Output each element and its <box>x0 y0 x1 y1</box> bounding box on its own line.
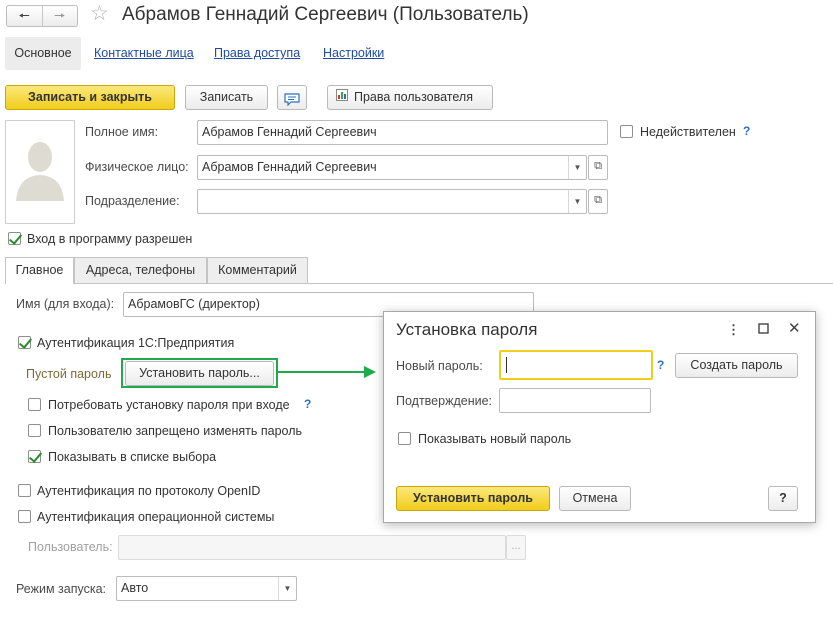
launch-mode-select[interactable]: Авто ▼ <box>116 576 297 601</box>
chevron-down-icon[interactable]: ▼ <box>568 156 586 179</box>
dialog-title: Установка пароля <box>396 320 538 339</box>
new-password-label: Новый пароль: <box>396 359 483 373</box>
os-auth-checkbox[interactable] <box>18 510 31 523</box>
individual-field[interactable]: Абрамов Геннадий Сергеевич ▼ <box>197 155 587 180</box>
arrow-right-icon <box>278 366 376 378</box>
back-button[interactable]: 🠔 <box>7 6 42 26</box>
tab-divider <box>5 283 833 284</box>
set-password-dialog: Установка пароля ⋮ ✕ Новый пароль: ? Соз… <box>383 311 816 523</box>
os-user-field <box>118 535 506 560</box>
confirm-field[interactable] <box>499 388 651 413</box>
help-button[interactable]: ? <box>768 486 798 511</box>
show-in-list-checkbox[interactable] <box>28 450 41 463</box>
speech-bubble-icon <box>284 91 300 114</box>
open-icon[interactable]: ⧉ <box>588 155 608 180</box>
show-in-list-label: Показывать в списке выбора <box>48 450 217 464</box>
require-password-label: Потребовать установку пароля при входе <box>48 398 290 412</box>
tab-main[interactable]: Основное <box>5 37 81 70</box>
full-name-field[interactable]: Абрамов Геннадий Сергеевич <box>197 120 608 145</box>
chevron-down-icon[interactable]: ▼ <box>568 190 586 213</box>
openid-label: Аутентификация по протоколу OpenID <box>37 484 261 498</box>
auth-1c-label: Аутентификация 1С:Предприятия <box>37 336 235 350</box>
os-user-label: Пользователь: <box>28 540 113 554</box>
full-name-label: Полное имя: <box>85 125 159 139</box>
help-icon[interactable]: ? <box>657 358 664 372</box>
more-vert-icon[interactable]: ⋮ <box>727 322 740 338</box>
comment-button[interactable] <box>277 85 307 110</box>
tab-access[interactable]: Права доступа <box>214 46 300 60</box>
auth-1c-checkbox[interactable] <box>18 336 31 349</box>
tab-contacts[interactable]: Контактные лица <box>94 46 194 60</box>
launch-mode-label: Режим запуска: <box>16 582 106 596</box>
history-nav: 🠔 🠖 <box>6 5 78 27</box>
tab-comment[interactable]: Комментарий <box>207 257 308 283</box>
avatar[interactable] <box>5 120 75 224</box>
launch-mode-value: Авто <box>121 581 149 595</box>
help-icon[interactable]: ? <box>743 124 750 138</box>
confirm-label: Подтверждение: <box>396 394 493 408</box>
open-icon[interactable]: ⧉ <box>588 189 608 214</box>
star-icon[interactable]: ☆ <box>90 3 109 25</box>
tab-settings[interactable]: Настройки <box>323 46 384 60</box>
tab-addresses[interactable]: Адреса, телефоны <box>74 257 207 283</box>
tab-general[interactable]: Главное <box>5 257 74 284</box>
department-label: Подразделение: <box>85 194 180 208</box>
new-password-field[interactable] <box>499 350 653 380</box>
show-password-checkbox[interactable] <box>398 432 411 445</box>
cancel-button[interactable]: Отмена <box>559 486 631 511</box>
invalid-checkbox[interactable] <box>620 125 633 138</box>
save-close-button[interactable]: Записать и закрыть <box>5 85 175 110</box>
individual-label: Физическое лицо: <box>85 160 189 174</box>
empty-password-label: Пустой пароль <box>26 367 112 381</box>
chevron-down-icon[interactable]: ▼ <box>278 577 296 600</box>
forbid-change-label: Пользователю запрещено изменять пароль <box>48 424 303 438</box>
create-password-button[interactable]: Создать пароль <box>675 353 798 378</box>
department-field[interactable]: ▼ <box>197 189 587 214</box>
forbid-change-checkbox[interactable] <box>28 424 41 437</box>
os-auth-label: Аутентификация операционной системы <box>37 510 275 524</box>
maximize-icon[interactable] <box>758 322 769 337</box>
user-rights-button[interactable]: Права пользователя <box>327 85 493 110</box>
save-button[interactable]: Записать <box>185 85 268 110</box>
user-rights-label: Права пользователя <box>354 90 473 104</box>
text-cursor <box>506 357 507 373</box>
ellipsis-icon: ... <box>506 535 526 560</box>
login-name-label: Имя (для входа): <box>16 297 115 311</box>
show-password-label: Показывать новый пароль <box>418 432 572 446</box>
page-title: Абрамов Геннадий Сергеевич (Пользователь… <box>122 4 529 25</box>
login-allowed-label: Вход в программу разрешен <box>27 232 193 246</box>
close-icon[interactable]: ✕ <box>788 319 801 337</box>
report-icon <box>336 86 348 109</box>
invalid-label: Недействителен <box>640 125 736 139</box>
require-password-checkbox[interactable] <box>28 398 41 411</box>
help-icon[interactable]: ? <box>304 397 311 411</box>
individual-value: Абрамов Геннадий Сергеевич <box>202 160 377 174</box>
highlight-box <box>121 358 278 388</box>
openid-checkbox[interactable] <box>18 484 31 497</box>
forward-button[interactable]: 🠖 <box>41 6 78 26</box>
login-allowed-checkbox[interactable] <box>8 232 21 245</box>
dialog-set-password-button[interactable]: Установить пароль <box>396 486 550 511</box>
